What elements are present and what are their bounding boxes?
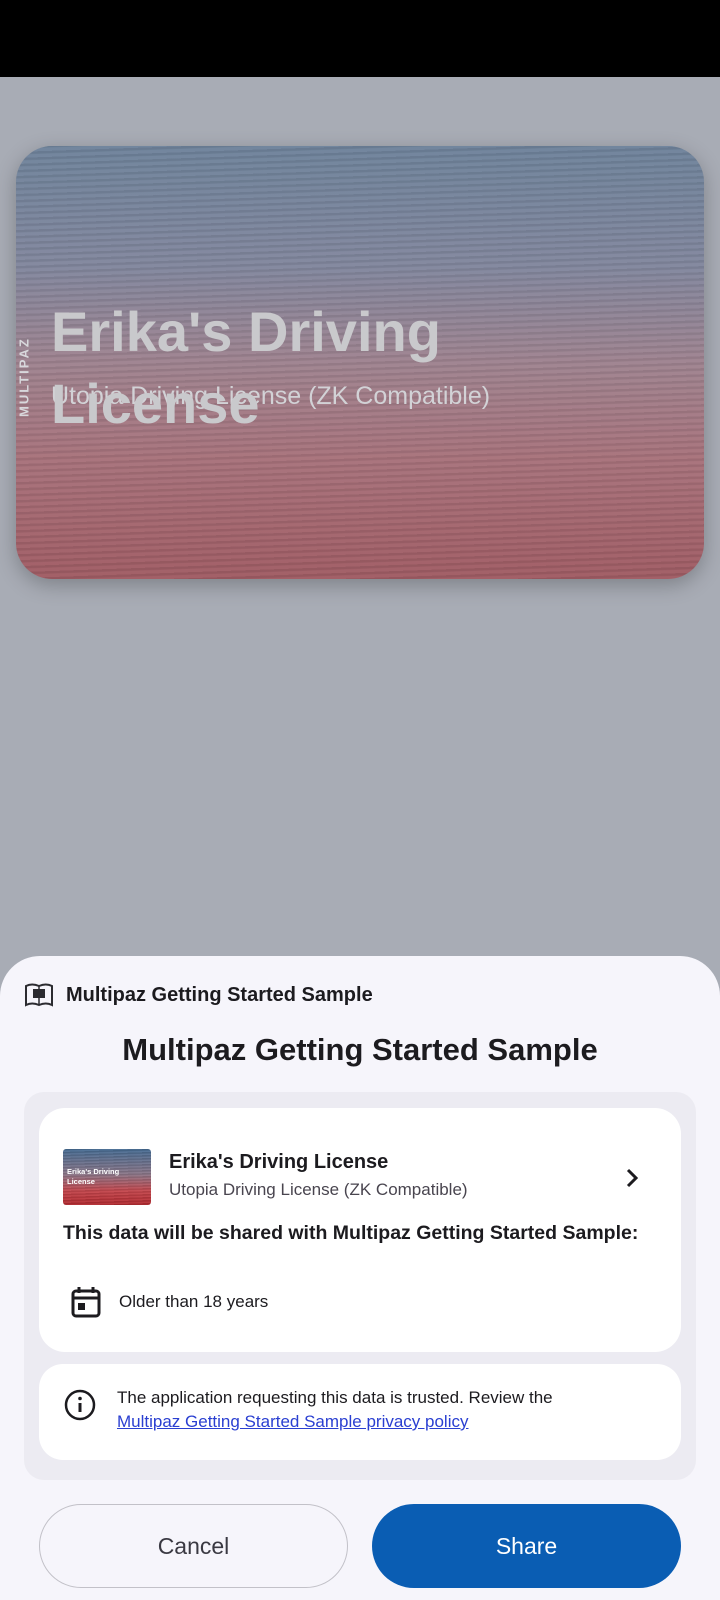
share-button[interactable]: Share [372, 1504, 681, 1588]
calendar-icon [71, 1287, 101, 1318]
share-heading: This data will be shared with Multipaz G… [63, 1222, 639, 1244]
app-book-icon [25, 983, 53, 1007]
info-icon [64, 1389, 96, 1421]
chevron-right-icon[interactable] [617, 1163, 647, 1193]
privacy-policy-link[interactable]: Multipaz Getting Started Sample privacy … [117, 1410, 667, 1434]
document-thumbnail-title: Erika's Driving License [67, 1167, 120, 1186]
cancel-button[interactable]: Cancel [39, 1504, 348, 1588]
app-name: Multipaz Getting Started Sample [66, 983, 373, 1006]
sheet-title: Multipaz Getting Started Sample [122, 1032, 598, 1067]
trust-text: The application requesting this data is … [117, 1386, 667, 1434]
claim-item: Older than 18 years [69, 1282, 268, 1322]
consent-bottom-sheet: Multipaz Getting Started Sample Multipaz… [0, 956, 720, 1600]
trust-message: The application requesting this data is … [117, 1388, 553, 1407]
status-bar [0, 0, 720, 77]
sheet-header: Multipaz Getting Started Sample [24, 980, 373, 1010]
trust-notice: The application requesting this data is … [39, 1364, 681, 1460]
card-brand-label: MULTIPAZ [16, 337, 32, 417]
document-thumbnail: Erika's Driving License [63, 1149, 151, 1205]
sheet-content-panel: Erika's Driving License Erika's Driving … [24, 1092, 696, 1480]
card-title: Erika's Driving License [51, 300, 441, 435]
document-type: Utopia Driving License (ZK Compatible) [169, 1180, 468, 1199]
document-name: Erika's Driving License [169, 1151, 389, 1173]
document-info-card: Erika's Driving License Erika's Driving … [39, 1108, 681, 1352]
claim-label: Older than 18 years [119, 1292, 269, 1311]
